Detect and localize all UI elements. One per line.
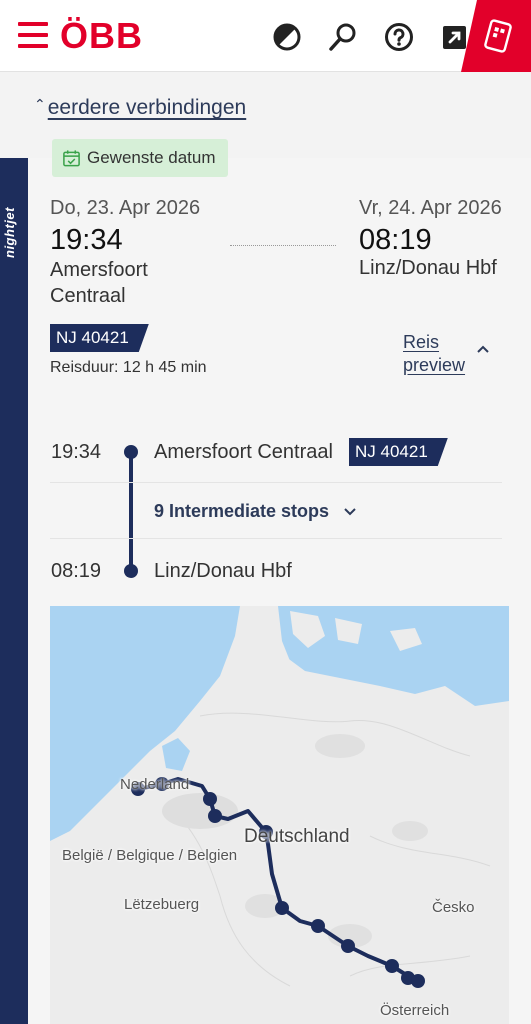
obb-logo[interactable]: ÖBB <box>60 16 143 56</box>
arrival-date: Vr, 24. Apr 2026 <box>359 197 502 219</box>
nightjet-brand-strip: nightjet <box>0 158 28 1024</box>
timeline-divider <box>50 538 502 539</box>
trip-preview-link[interactable]: Reis preview <box>403 331 469 377</box>
calendar-check-icon <box>63 149 80 166</box>
chevron-up-icon[interactable] <box>476 344 490 354</box>
map-label-austria: Österreich <box>380 1002 450 1019</box>
desired-date-label: Gewenste datum <box>87 148 216 167</box>
timeline-start-dot <box>124 445 138 459</box>
timeline-end-time: 08:19 <box>51 560 102 582</box>
route-map-canvas[interactable] <box>50 606 509 1024</box>
map-label-belgium: België / Belgique / Belgien <box>62 847 238 864</box>
chevron-down-icon <box>344 507 356 515</box>
trip-preview-label: Reis preview <box>403 332 466 375</box>
journey-connector-line <box>230 245 336 246</box>
map-label-netherlands: Nederland <box>120 776 190 793</box>
timeline-end-station: Linz/Donau Hbf <box>154 560 292 582</box>
map-label-germany: Deutschland <box>244 826 350 847</box>
travel-duration: Reisduur: 12 h 45 min <box>50 359 207 376</box>
search-icon[interactable] <box>328 22 358 52</box>
help-icon[interactable] <box>384 22 414 52</box>
nightjet-logo: nightjet <box>2 207 17 259</box>
earlier-connections-label: eerdere verbindingen <box>47 96 247 119</box>
earlier-connections-link[interactable]: ⌃ eerdere verbindingen <box>34 96 246 120</box>
intermediate-stops-toggle[interactable]: 9 Intermediate stops <box>154 501 357 522</box>
timeline-train-badge: NJ 40421 <box>349 438 448 466</box>
timeline-line <box>129 452 133 571</box>
arrival-station: Linz/Donau Hbf <box>359 257 497 279</box>
departure-station: Amersfoort Centraal <box>50 259 148 307</box>
train-number-badge: NJ 40421 <box>50 324 149 352</box>
menu-icon[interactable] <box>18 22 48 48</box>
contrast-icon[interactable] <box>272 22 302 52</box>
timeline-start-station: Amersfoort Centraal <box>154 441 333 463</box>
arrival-time: 08:19 <box>359 224 432 256</box>
map-label-luxembourg: Lëtzebuerg <box>124 896 200 913</box>
desired-date-badge: Gewenste datum <box>52 139 228 177</box>
app-header: ÖBB <box>0 0 531 72</box>
map-label-czechia: Česko <box>432 899 475 916</box>
chevron-up-icon: ⌃ <box>34 95 46 112</box>
route-map[interactable]: Nederland België / Belgique / Belgien Lë… <box>50 606 509 1024</box>
timeline-divider <box>50 482 502 483</box>
departure-time: 19:34 <box>50 224 123 256</box>
ticket-icon[interactable] <box>461 0 531 72</box>
departure-date: Do, 23. Apr 2026 <box>50 197 201 219</box>
timeline-start-time: 19:34 <box>51 441 102 463</box>
intermediate-stops-label: 9 Intermediate stops <box>154 501 330 521</box>
timeline-end-dot <box>124 564 138 578</box>
